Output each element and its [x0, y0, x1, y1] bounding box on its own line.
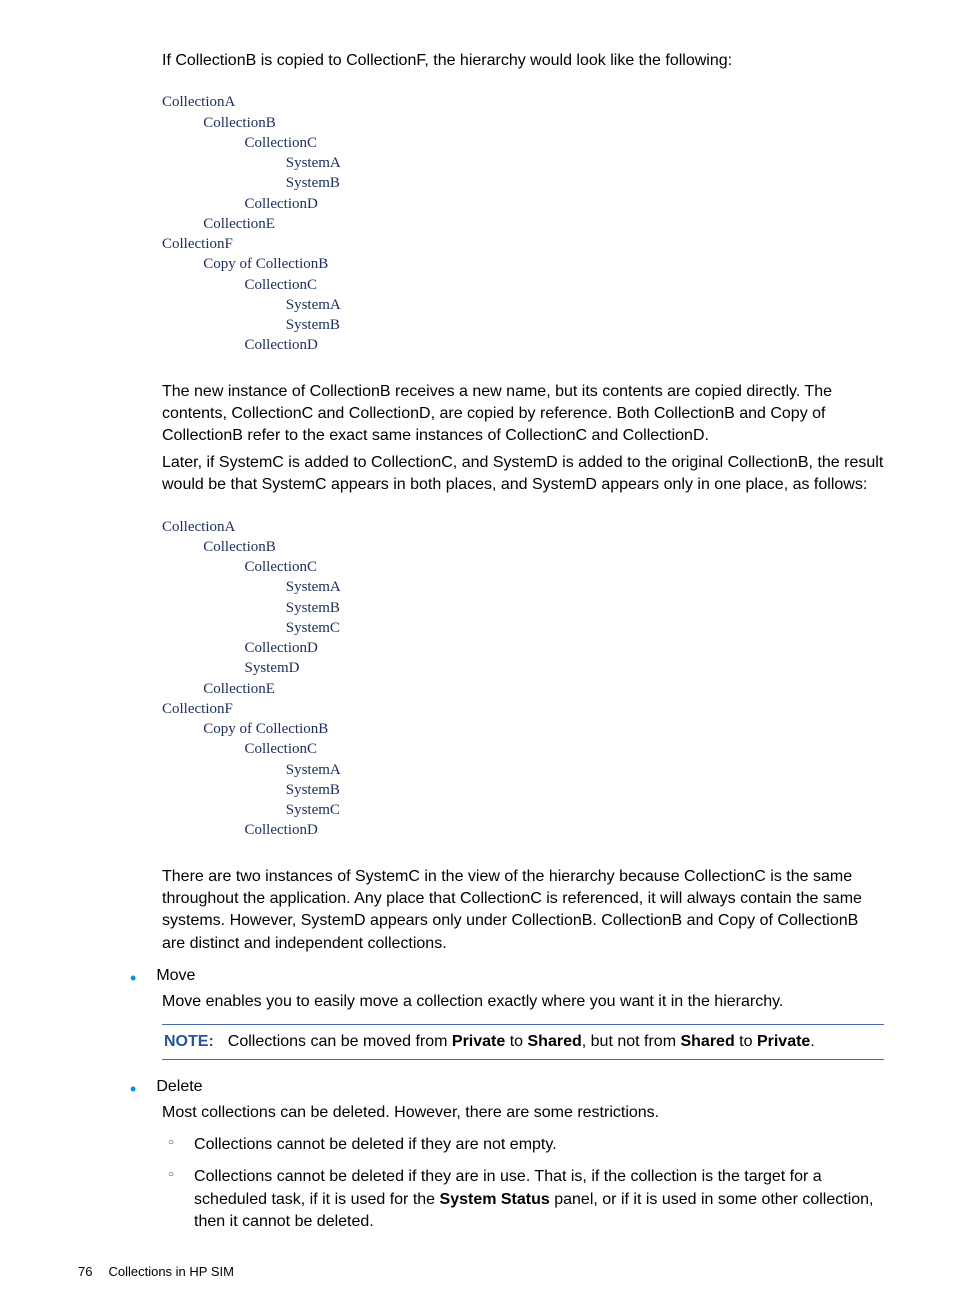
- tree-line: Copy of CollectionB: [203, 256, 328, 272]
- page-footer: 76 Collections in HP SIM: [78, 1264, 884, 1279]
- note-text: to: [505, 1033, 527, 1050]
- sub-bullet-1: ○ Collections cannot be deleted if they …: [168, 1134, 884, 1156]
- tree-line: SystemC: [286, 802, 340, 818]
- tree-line: CollectionE: [203, 681, 275, 697]
- paragraph-1: The new instance of CollectionB receives…: [162, 381, 884, 448]
- tree-line: SystemB: [286, 600, 340, 616]
- sub-bullet-2: ○ Collections cannot be deleted if they …: [168, 1166, 884, 1233]
- intro-paragraph: If CollectionB is copied to CollectionF,…: [162, 50, 884, 72]
- tree-line: CollectionD: [245, 822, 318, 838]
- sub-bullet-2-bold: System Status: [440, 1191, 550, 1208]
- tree-line: SystemB: [286, 175, 340, 191]
- tree-line: CollectionF: [162, 236, 233, 252]
- hierarchy-tree-2: CollectionA CollectionB CollectionC Syst…: [162, 517, 884, 841]
- tree-line: SystemB: [286, 317, 340, 333]
- tree-line: SystemA: [286, 579, 341, 595]
- paragraph-3: There are two instances of SystemC in th…: [162, 866, 884, 956]
- note-text: , but not from: [582, 1033, 681, 1050]
- note-label: NOTE:: [164, 1033, 214, 1050]
- bullet-move: • Move: [130, 967, 884, 987]
- note-text: to: [735, 1033, 757, 1050]
- tree-line: SystemA: [286, 297, 341, 313]
- bullet-delete-title: Delete: [156, 1078, 202, 1096]
- tree-line: SystemB: [286, 782, 340, 798]
- tree-line: Copy of CollectionB: [203, 721, 328, 737]
- tree-line: CollectionA: [162, 94, 235, 110]
- tree-line: CollectionA: [162, 519, 235, 535]
- note-box: NOTE: Collections can be moved from Priva…: [162, 1024, 884, 1060]
- note-text: Collections can be moved from: [228, 1033, 452, 1050]
- delete-description: Most collections can be deleted. However…: [162, 1102, 884, 1124]
- paragraph-2: Later, if SystemC is added to Collection…: [162, 452, 884, 497]
- tree-line: CollectionD: [245, 337, 318, 353]
- bullet-icon: •: [130, 969, 136, 987]
- sub-bullet-2-text: Collections cannot be deleted if they ar…: [194, 1166, 884, 1233]
- page-number: 76: [78, 1264, 92, 1279]
- tree-line: CollectionB: [203, 115, 276, 131]
- tree-line: SystemA: [286, 155, 341, 171]
- footer-title: Collections in HP SIM: [108, 1264, 233, 1279]
- note-bold: Private: [757, 1033, 810, 1050]
- bullet-delete: • Delete: [130, 1078, 884, 1098]
- move-description: Move enables you to easily move a collec…: [162, 991, 884, 1013]
- tree-line: CollectionF: [162, 701, 233, 717]
- note-text: .: [810, 1033, 814, 1050]
- tree-line: CollectionD: [245, 196, 318, 212]
- hierarchy-tree-1: CollectionA CollectionB CollectionC Syst…: [162, 92, 884, 355]
- circle-bullet-icon: ○: [168, 1134, 174, 1152]
- note-bold: Shared: [680, 1033, 734, 1050]
- bullet-icon: •: [130, 1080, 136, 1098]
- sub-bullet-1-text: Collections cannot be deleted if they ar…: [194, 1134, 884, 1156]
- tree-line: SystemD: [245, 660, 300, 676]
- tree-line: CollectionC: [245, 277, 318, 293]
- tree-line: CollectionC: [245, 559, 318, 575]
- circle-bullet-icon: ○: [168, 1166, 174, 1184]
- tree-line: CollectionD: [245, 640, 318, 656]
- bullet-move-title: Move: [156, 967, 195, 985]
- tree-line: CollectionB: [203, 539, 276, 555]
- tree-line: CollectionE: [203, 216, 275, 232]
- document-page: If CollectionB is copied to CollectionF,…: [0, 0, 954, 1309]
- tree-line: SystemC: [286, 620, 340, 636]
- tree-line: SystemA: [286, 762, 341, 778]
- tree-line: CollectionC: [245, 741, 318, 757]
- note-bold: Shared: [528, 1033, 582, 1050]
- tree-line: CollectionC: [245, 135, 318, 151]
- note-bold: Private: [452, 1033, 505, 1050]
